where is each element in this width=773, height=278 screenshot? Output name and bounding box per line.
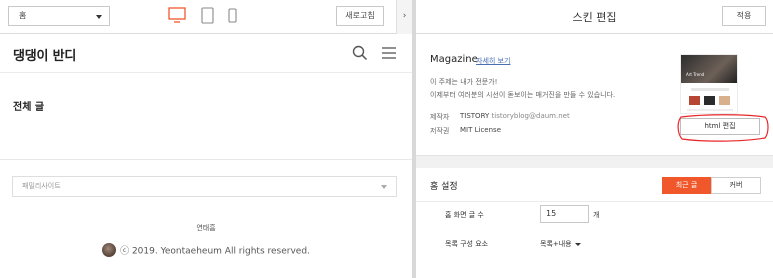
avatar (102, 243, 117, 257)
header-divider (0, 72, 412, 73)
maker-label: 제작자 (430, 113, 450, 121)
family-site-select[interactable]: 패밀리사이트 (12, 176, 397, 197)
license-label: 저작권 (430, 127, 450, 135)
maker-email: tistoryblog@daum.net (491, 112, 570, 120)
refresh-button[interactable]: 새로고침 (336, 6, 384, 26)
thumbnail-image (689, 96, 700, 105)
chevron-right-icon: › (402, 11, 407, 21)
skin-description-line-2: 이제부터 여러분의 시선이 돋보이는 매거진을 만들 수 있습니다. (430, 91, 616, 99)
hamburger-menu-icon[interactable] (381, 46, 397, 60)
thumbnail-bar (691, 88, 729, 91)
home-settings-card: 홈 설정 최근 글 커버 홈 화면 글 수 15 개 목록 구성 요소 목록+내… (416, 168, 773, 278)
family-site-placeholder: 패밀리사이트 (22, 182, 61, 190)
thumbnail-label: Art Trend (686, 72, 705, 77)
posts-count-input[interactable]: 15 (540, 205, 589, 223)
preview-toolbar: 홈 새로고침 › (0, 0, 412, 34)
skin-edit-panel: 스킨 편집 적용 Magazine 자세히 보기 이 주제는 내가 전문가! 이… (416, 0, 773, 278)
apply-button[interactable]: 적용 (722, 6, 766, 26)
license-value: MIT License (460, 126, 501, 134)
skin-thumbnail: Art Trend (680, 54, 738, 114)
maker-name: TISTORY (460, 112, 490, 120)
skin-details-link[interactable]: 자세히 보기 (476, 56, 510, 66)
footer-copyright-row: ⓒ 2019. Yeontaeheum All rights reserved. (0, 243, 412, 257)
skin-editor-window: 홈 새로고침 › 댕댕이 반디 전체 글 패밀리사이트 연태흠 ⓒ 2019. … (0, 0, 773, 278)
content-divider (0, 159, 412, 160)
panel-title: 스킨 편집 (572, 11, 617, 24)
chevron-down-icon (574, 242, 581, 246)
chevron-down-icon (381, 185, 387, 189)
tablet-icon[interactable] (201, 7, 214, 24)
thumbnail-line (687, 109, 733, 111)
tab-recent-posts[interactable]: 최근 글 (662, 177, 711, 194)
list-config-value: 목록+내용 (540, 240, 572, 248)
skin-description-line-1: 이 주제는 내가 전문가! (430, 78, 498, 86)
section-title: 전체 글 (13, 102, 45, 113)
collapse-panel-button[interactable]: › (396, 0, 412, 34)
chevron-down-icon (96, 15, 102, 19)
annotation-circle (677, 114, 769, 142)
footer-author: 연태흠 (196, 224, 216, 232)
mobile-icon[interactable] (228, 8, 237, 23)
list-config-select[interactable]: 목록+내용 (540, 239, 581, 249)
panel-header: 스킨 편집 적용 (416, 0, 773, 34)
maker-value: TISTORY tistoryblog@daum.net (460, 112, 570, 120)
page-select[interactable]: 홈 (8, 6, 110, 26)
tab-cover[interactable]: 커버 (711, 177, 761, 194)
search-icon[interactable] (352, 45, 368, 61)
page-select-value: 홈 (19, 11, 27, 20)
blog-title[interactable]: 댕댕이 반디 (13, 45, 76, 64)
home-settings-title: 홈 설정 (430, 182, 458, 192)
thumbnail-hero (681, 55, 737, 83)
settings-divider (416, 201, 773, 202)
copyright-text: ⓒ 2019. Yeontaeheum All rights reserved. (120, 246, 310, 257)
posts-count-unit: 개 (593, 211, 600, 219)
preview-pane: 홈 새로고침 › 댕댕이 반디 전체 글 패밀리사이트 연태흠 ⓒ 2019. … (0, 0, 412, 278)
list-config-label: 목록 구성 요소 (445, 240, 489, 248)
skin-name: Magazine (430, 54, 478, 65)
posts-count-label: 홈 화면 글 수 (445, 211, 484, 219)
desktop-icon[interactable] (168, 7, 186, 23)
thumbnail-image (719, 96, 730, 105)
skin-info-card: Magazine 자세히 보기 이 주제는 내가 전문가! 이제부터 여러분의 … (416, 34, 773, 156)
thumbnail-image (704, 96, 715, 105)
